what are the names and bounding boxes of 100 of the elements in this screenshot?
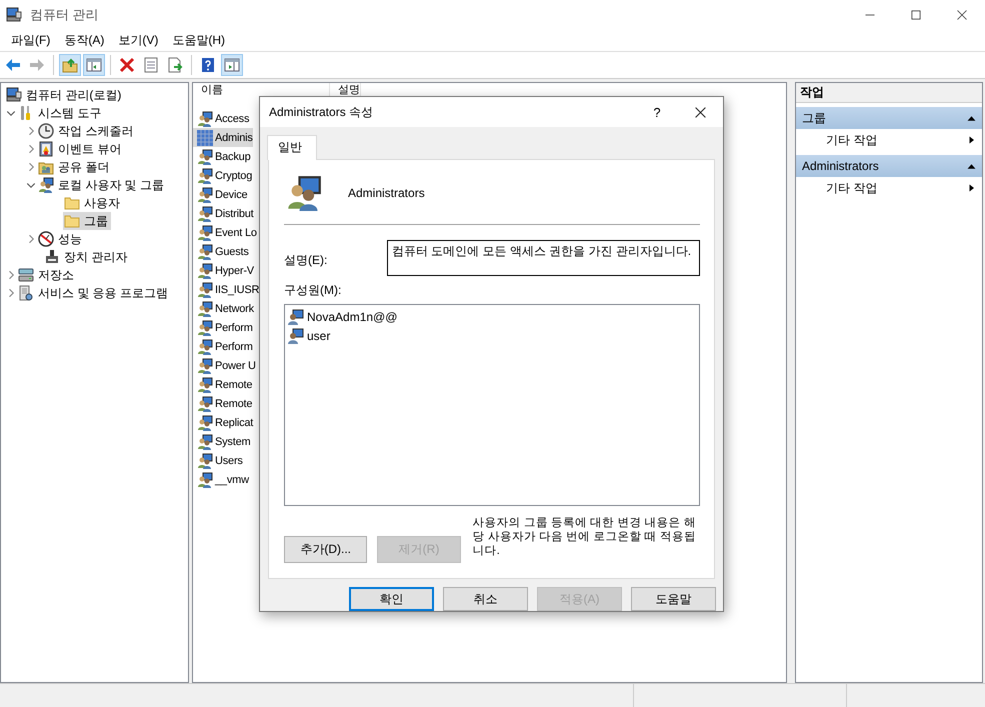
users-icon	[197, 206, 213, 222]
properties-icon[interactable]	[143, 57, 159, 73]
users-icon	[197, 320, 213, 336]
users-icon	[197, 472, 213, 488]
list-item[interactable]: Power U	[193, 356, 256, 375]
users-icon	[197, 376, 213, 392]
user-icon	[288, 328, 304, 344]
users-icon	[197, 414, 213, 430]
back-arrow-icon[interactable]	[5, 57, 21, 73]
dialog-title: Administrators 속성	[269, 104, 374, 120]
action-section-header[interactable]: 그룹	[796, 107, 982, 129]
list-item[interactable]: Access	[193, 109, 250, 128]
list-item[interactable]: Users	[193, 451, 243, 470]
users-icon	[197, 300, 213, 316]
dialog-button[interactable]: 확인	[349, 587, 434, 611]
action-section-header[interactable]: Administrators	[796, 155, 982, 177]
users-icon	[197, 434, 213, 450]
users-icon	[197, 262, 213, 278]
actions-header: 작업	[796, 83, 982, 103]
help-icon[interactable]	[200, 57, 216, 73]
computer-icon	[6, 87, 22, 103]
action-item[interactable]: 기타 작업	[796, 177, 982, 199]
users-icon	[197, 358, 213, 374]
help-button[interactable]: ?	[637, 97, 677, 127]
users-icon	[197, 244, 213, 260]
tree-item[interactable]: 컴퓨터 관리(로컬)	[5, 86, 124, 104]
member-item[interactable]: NovaAdm1n@@	[288, 307, 696, 326]
list-item[interactable]: Adminis	[193, 128, 253, 147]
menu-item[interactable]: 동작(A)	[57, 32, 112, 49]
list-item[interactable]: Perform	[193, 318, 253, 337]
users-icon	[197, 110, 213, 126]
users-icon	[197, 452, 213, 468]
member-item[interactable]: user	[288, 326, 696, 345]
list-item[interactable]: Guests	[193, 242, 249, 261]
services-icon	[18, 285, 34, 301]
tree-item[interactable]: 서비스 및 응용 프로그램	[17, 284, 172, 302]
collapse-triangle-icon[interactable]	[967, 162, 976, 170]
menu-item[interactable]: 보기(V)	[111, 32, 166, 49]
list-item[interactable]: Remote	[193, 375, 252, 394]
list-item[interactable]: Cryptog	[193, 166, 252, 185]
list-item[interactable]: Distribut	[193, 204, 254, 223]
list-item[interactable]: Hyper-V	[193, 261, 254, 280]
list-item[interactable]: Replicat	[193, 413, 254, 432]
dialog-button[interactable]: 취소	[443, 587, 528, 611]
tree-item[interactable]: 이벤트 뷰어	[37, 140, 124, 158]
list-item[interactable]: Event Lo	[193, 223, 257, 242]
list-item[interactable]: Network	[193, 299, 254, 318]
tree-item[interactable]: 성능	[37, 230, 85, 248]
tab[interactable]: 일반	[267, 135, 317, 160]
tree-item[interactable]: 사용자	[63, 194, 123, 212]
tree-item[interactable]: 공유 폴더	[37, 158, 112, 176]
clock-icon	[38, 123, 54, 139]
submenu-arrow-icon	[968, 183, 976, 193]
action-pane-icon[interactable]	[224, 57, 240, 73]
users-icon	[197, 186, 213, 202]
tree-item[interactable]: 그룹	[63, 212, 111, 230]
log-icon	[38, 141, 54, 157]
storage-icon	[18, 267, 34, 283]
users-icon	[197, 282, 213, 298]
collapse-triangle-icon[interactable]	[967, 114, 976, 122]
computer-icon	[6, 7, 22, 23]
folder-icon	[64, 213, 80, 229]
list-item[interactable]: Device	[193, 185, 248, 204]
close-icon[interactable]	[694, 106, 706, 118]
device-icon	[44, 249, 60, 265]
close-icon[interactable]	[956, 9, 968, 21]
delete-icon[interactable]	[119, 57, 135, 73]
window-title: 컴퓨터 관리	[30, 6, 100, 24]
user-icon	[288, 308, 304, 324]
users-icon	[197, 396, 213, 412]
maximize-icon[interactable]	[910, 9, 922, 21]
list-item[interactable]: IIS_IUSR	[193, 280, 260, 299]
tree-pane-icon[interactable]	[86, 57, 102, 73]
tree-item[interactable]: 작업 스케줄러	[37, 122, 136, 140]
group-name: Administrators	[348, 186, 425, 200]
users-icon	[197, 338, 213, 354]
folder-up-icon[interactable]	[62, 57, 78, 73]
gauge-icon	[38, 231, 54, 247]
dialog-button[interactable]: 도움말	[631, 587, 716, 611]
list-item[interactable]: System	[193, 432, 250, 451]
members-list[interactable]: NovaAdm1n@@ user	[284, 304, 700, 506]
users-icon	[197, 148, 213, 164]
menu-item[interactable]: 파일(F)	[4, 32, 58, 49]
dialog-button[interactable]: 추가(D)...	[284, 536, 368, 563]
users-icon	[197, 168, 213, 184]
users-icon	[38, 177, 54, 193]
list-item[interactable]: Remote	[193, 394, 252, 413]
list-item[interactable]: __vmw	[193, 470, 249, 489]
export-icon[interactable]	[167, 57, 183, 73]
tree-item[interactable]: 저장소	[17, 266, 77, 284]
tree-item[interactable]: 로컬 사용자 및 그룹	[37, 176, 168, 194]
submenu-arrow-icon	[968, 135, 976, 145]
tree-item[interactable]: 장치 관리자	[43, 248, 130, 266]
action-item[interactable]: 기타 작업	[796, 129, 982, 151]
list-item[interactable]: Perform	[193, 337, 253, 356]
description-field[interactable]: 컴퓨터 도메인에 모든 액세스 권한을 가진 관리자입니다.	[386, 240, 700, 276]
field-label: 설명(E):	[284, 252, 328, 269]
tree-item[interactable]: 시스템 도구	[17, 104, 104, 122]
list-item[interactable]: Backup	[193, 147, 250, 166]
menu-item[interactable]: 도움말(H)	[165, 32, 232, 49]
